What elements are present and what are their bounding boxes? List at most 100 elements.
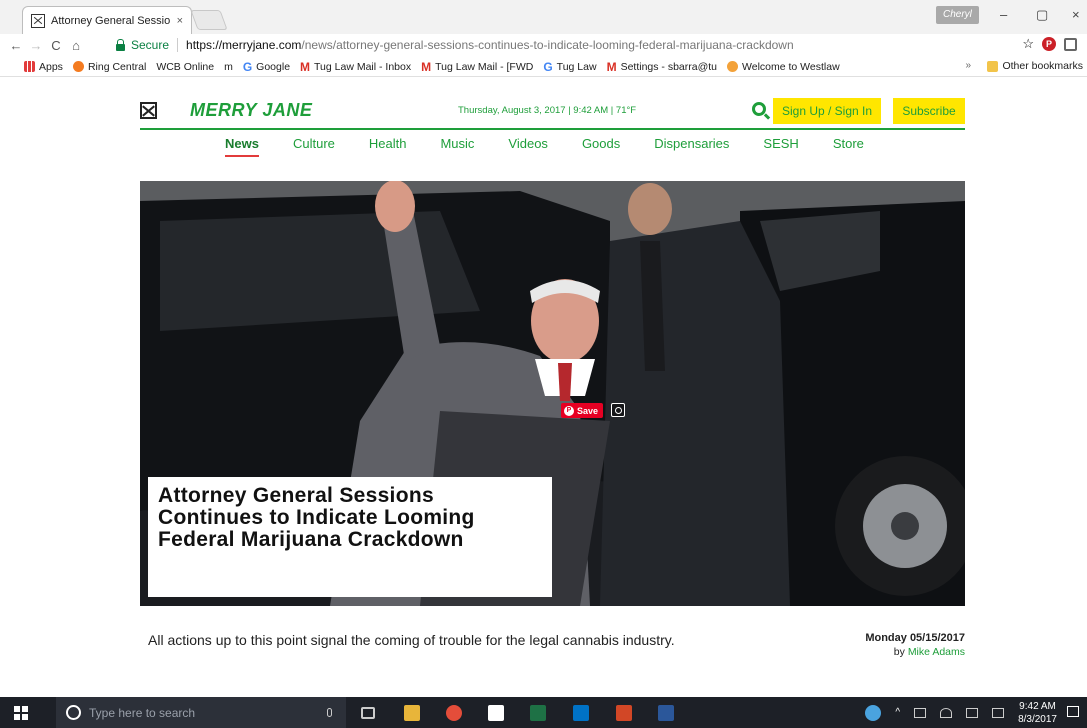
article-byline: by Mike Adams: [865, 646, 965, 658]
bookmarks-more-icon[interactable]: »: [965, 60, 971, 71]
windows-start-icon[interactable]: [14, 705, 28, 720]
article-author-link[interactable]: Mike Adams: [908, 646, 965, 658]
bookmark-label: Google: [256, 60, 291, 73]
visual-search-icon[interactable]: [611, 403, 625, 417]
bookmark-m[interactable]: m: [224, 61, 233, 73]
nav-dispensaries[interactable]: Dispensaries: [654, 136, 729, 151]
taskbar-search-placeholder: Type here to search: [89, 705, 196, 720]
pen-icon[interactable]: [966, 707, 979, 718]
tab-title: Attorney General Sessio: [51, 14, 171, 27]
article-date: Monday 05/15/2017: [865, 632, 965, 644]
pinterest-save-button[interactable]: P Save: [561, 403, 604, 418]
profile-button[interactable]: Cheryl: [936, 6, 979, 24]
bookmark-star-icon[interactable]: ☆: [1022, 36, 1034, 52]
nav-culture[interactable]: Culture: [293, 136, 335, 151]
site-name[interactable]: MERRY JANE: [190, 100, 312, 121]
nav-store[interactable]: Store: [833, 136, 864, 151]
url-host: https://merryjane.com: [186, 38, 302, 52]
nav-sesh[interactable]: SESH: [763, 136, 798, 151]
chevron-up-icon[interactable]: ^: [895, 707, 900, 718]
home-icon[interactable]: ⌂: [66, 38, 86, 53]
secure-label: Secure: [131, 38, 179, 52]
reload-icon[interactable]: C: [46, 38, 66, 53]
site-header: MERRY JANE Thursday, August 3, 2017 | 9:…: [140, 98, 965, 130]
system-tray: ^ 9:42 AM 8/3/2017: [865, 697, 1087, 728]
close-window-icon[interactable]: ×: [1072, 7, 1080, 22]
nav-news[interactable]: News: [225, 136, 259, 157]
nav-goods[interactable]: Goods: [582, 136, 620, 151]
google-icon: G: [543, 59, 553, 74]
google-icon: G: [242, 59, 253, 74]
chrome-icon[interactable]: [446, 705, 462, 721]
url-input[interactable]: Secure https://merryjane.com/news/attorn…: [108, 35, 988, 55]
bookmark-tug-law-fwd[interactable]: M Tug Law Mail - [FWD: [421, 60, 533, 74]
forward-icon[interactable]: →: [26, 38, 46, 53]
screen: Attorney General Sessio × Cheryl – ▢ × ←…: [0, 0, 1087, 728]
bookmark-label: Welcome to Westlaw: [742, 60, 840, 73]
other-bookmarks[interactable]: Other bookmarks: [987, 60, 1083, 72]
new-tab-button[interactable]: [190, 10, 228, 30]
bookmark-label: Settings - sbarra@tu: [620, 60, 718, 73]
browser-tab-strip: Attorney General Sessio × Cheryl – ▢ ×: [0, 0, 1087, 34]
keyboard-icon[interactable]: [992, 707, 1005, 718]
bookmark-tug-law-inbox[interactable]: M Tug Law Mail - Inbox: [300, 60, 411, 74]
bookmark-apps[interactable]: Apps: [24, 61, 63, 73]
clock-time: 9:42 AM: [1019, 700, 1056, 712]
pin-save-label: Save: [577, 405, 599, 416]
site-date-line: Thursday, August 3, 2017 | 9:42 AM | 71°…: [458, 105, 637, 116]
nav-health[interactable]: Health: [369, 136, 407, 151]
gmail-icon: M: [606, 59, 617, 74]
cortana-icon: [66, 705, 81, 720]
bookmark-label: Tug Law: [556, 60, 597, 73]
other-bookmarks-label: Other bookmarks: [1002, 60, 1083, 72]
bookmark-settings[interactable]: M Settings - sbarra@tu: [607, 60, 717, 74]
browser-tab[interactable]: Attorney General Sessio ×: [22, 6, 192, 34]
article-subtitle: All actions up to this point signal the …: [148, 632, 675, 648]
bookmark-ring-central[interactable]: Ring Central: [72, 60, 147, 73]
gmail-icon: M: [421, 59, 432, 74]
address-bar: ← → C ⌂ Secure https://merryjane.com/new…: [0, 34, 1087, 56]
pinterest-extension-icon[interactable]: P: [1042, 37, 1056, 51]
nav-music[interactable]: Music: [440, 136, 474, 151]
bookmark-wcb-online[interactable]: WCB Online: [156, 61, 214, 73]
minimize-icon[interactable]: –: [1000, 7, 1007, 22]
hero-image: P Save Attorney General Sessions Continu…: [140, 181, 965, 606]
sign-in-button[interactable]: Sign Up / Sign In: [773, 98, 881, 124]
lock-icon: [116, 38, 125, 51]
web-page: MERRY JANE Thursday, August 3, 2017 | 9:…: [0, 78, 1087, 694]
file-explorer-icon[interactable]: [404, 705, 420, 721]
byline-prefix: by: [893, 646, 905, 658]
taskbar-clock[interactable]: 9:42 AM 8/3/2017: [1018, 700, 1057, 726]
microphone-icon[interactable]: [327, 708, 332, 717]
clock-date: 8/3/2017: [1018, 713, 1057, 725]
restore-icon[interactable]: ▢: [1036, 7, 1048, 23]
site-nav: News Culture Health Music Videos Goods D…: [225, 136, 898, 157]
article-dateline: Monday 05/15/2017 by Mike Adams: [865, 632, 965, 658]
bookmark-westlaw[interactable]: Welcome to Westlaw: [727, 61, 840, 73]
site-logo-icon[interactable]: [140, 102, 157, 119]
back-icon[interactable]: ←: [6, 38, 26, 53]
extension-icon[interactable]: [1064, 37, 1077, 51]
store-icon[interactable]: [488, 705, 504, 721]
apps-icon: [24, 61, 35, 72]
bookmark-label: Ring Central: [87, 60, 147, 73]
nav-videos[interactable]: Videos: [508, 136, 548, 151]
excel-icon[interactable]: [530, 705, 546, 721]
search-icon[interactable]: [752, 102, 766, 116]
bookmark-tug-law[interactable]: G Tug Law: [543, 60, 596, 74]
subscribe-button[interactable]: Subscribe: [893, 98, 965, 124]
bookmark-google[interactable]: G Google: [243, 60, 290, 74]
word-icon[interactable]: [658, 705, 674, 721]
url-path: /news/attorney-general-sessions-continue…: [301, 38, 794, 52]
powerpoint-icon[interactable]: [616, 705, 632, 721]
notifications-icon[interactable]: [1067, 706, 1079, 717]
tray-app-icon[interactable]: [865, 704, 882, 721]
tab-close-icon[interactable]: ×: [177, 15, 183, 27]
battery-icon[interactable]: [914, 707, 927, 718]
taskbar-search-input[interactable]: Type here to search: [56, 697, 346, 728]
bookmark-label: WCB Online: [156, 60, 215, 73]
outlook-icon[interactable]: [573, 705, 589, 721]
bookmark-label: Tug Law Mail - Inbox: [314, 60, 412, 73]
wifi-icon[interactable]: [940, 707, 953, 718]
task-view-icon[interactable]: [361, 707, 375, 719]
